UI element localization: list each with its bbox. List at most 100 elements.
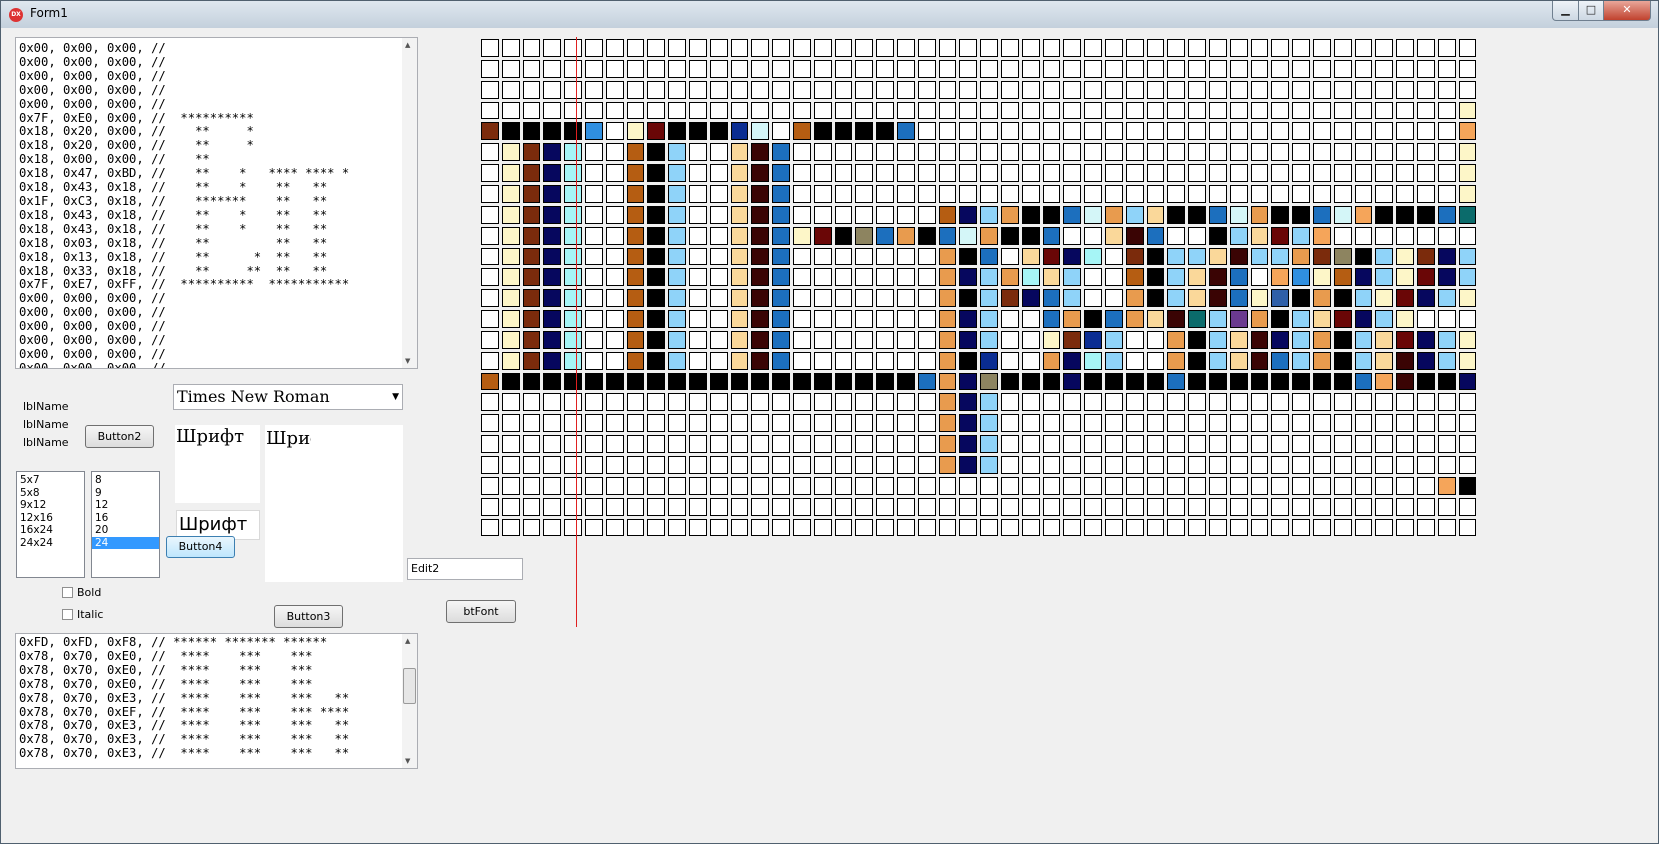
- vertical-scrollbar-bottom[interactable]: ▲ ▼: [402, 634, 417, 768]
- pixel-cell[interactable]: [1230, 310, 1248, 328]
- pixel-cell[interactable]: [918, 373, 936, 390]
- pixel-cell[interactable]: [855, 60, 873, 78]
- pixel-cell[interactable]: [1209, 393, 1227, 411]
- pixel-cell[interactable]: [668, 352, 686, 370]
- pixel-cell[interactable]: [793, 331, 811, 349]
- pixel-cell[interactable]: [918, 102, 936, 119]
- pixel-cell[interactable]: [939, 393, 956, 411]
- pixel-cell[interactable]: [668, 206, 686, 224]
- pixel-cell[interactable]: [772, 352, 790, 370]
- pixel-cell[interactable]: [793, 185, 811, 203]
- pixel-cell[interactable]: [523, 102, 540, 119]
- pixel-cell[interactable]: [1396, 81, 1414, 99]
- pixel-cell[interactable]: [1209, 435, 1227, 453]
- pixel-cell[interactable]: [1063, 60, 1081, 78]
- pixel-cell[interactable]: [1063, 268, 1081, 286]
- pixel-cell[interactable]: [481, 227, 499, 245]
- pixel-cell[interactable]: [1084, 206, 1102, 224]
- pixel-cell[interactable]: [1271, 435, 1289, 453]
- pixel-cell[interactable]: [543, 122, 561, 140]
- pixel-cell[interactable]: [1167, 435, 1185, 453]
- pixel-cell[interactable]: [1147, 519, 1164, 536]
- pixel-cell[interactable]: [668, 81, 686, 99]
- pixel-cell[interactable]: [1209, 268, 1227, 286]
- pixel-cell[interactable]: [1105, 60, 1123, 78]
- pixel-cell[interactable]: [1396, 102, 1414, 119]
- pixel-cell[interactable]: [1313, 206, 1331, 224]
- pixel-cell[interactable]: [710, 60, 728, 78]
- pixel-cell[interactable]: [1105, 331, 1123, 349]
- pixel-cell[interactable]: [1438, 81, 1456, 99]
- pixel-cell[interactable]: [1375, 164, 1393, 182]
- pixel-cell[interactable]: [980, 393, 998, 411]
- pixel-cell[interactable]: [772, 164, 790, 182]
- pixel-cell[interactable]: [814, 352, 832, 370]
- pixel-cell[interactable]: [814, 268, 832, 286]
- pixel-cell[interactable]: [1084, 39, 1102, 57]
- pixel-cell[interactable]: [1313, 498, 1331, 516]
- pixel-cell[interactable]: [1001, 498, 1019, 516]
- pixel-cell[interactable]: [772, 289, 790, 307]
- pixel-cell[interactable]: [918, 393, 936, 411]
- pixel-cell[interactable]: [772, 206, 790, 224]
- pixel-cell[interactable]: [1209, 289, 1227, 307]
- pixel-cell[interactable]: [1375, 248, 1393, 265]
- pixel-cell[interactable]: [1438, 164, 1456, 182]
- pixel-cell[interactable]: [481, 498, 499, 516]
- pixel-cell[interactable]: [1147, 498, 1164, 516]
- pixel-cell[interactable]: [1313, 435, 1331, 453]
- pixel-cell[interactable]: [585, 60, 603, 78]
- pixel-cell[interactable]: [1084, 185, 1102, 203]
- pixel-cell[interactable]: [585, 289, 603, 307]
- pixel-cell[interactable]: [1167, 456, 1185, 474]
- pixel-cell[interactable]: [1147, 122, 1164, 140]
- pixel-cell[interactable]: [606, 352, 624, 370]
- pixel-cell[interactable]: [502, 60, 520, 78]
- pixel-cell[interactable]: [502, 352, 520, 370]
- pixel-cell[interactable]: [1188, 352, 1206, 370]
- pixel-cell[interactable]: [502, 289, 520, 307]
- pixel-cell[interactable]: [523, 268, 540, 286]
- pixel-cell[interactable]: [1001, 289, 1019, 307]
- pixel-cell[interactable]: [959, 206, 977, 224]
- pixel-cell[interactable]: [689, 289, 707, 307]
- pixel-cell[interactable]: [585, 373, 603, 390]
- pixel-cell[interactable]: [564, 185, 582, 203]
- pixel-cell[interactable]: [564, 435, 582, 453]
- pixel-cell[interactable]: [1147, 393, 1164, 411]
- pixel-cell[interactable]: [502, 519, 520, 536]
- pixel-cell[interactable]: [1126, 81, 1144, 99]
- pixel-cell[interactable]: [1084, 122, 1102, 140]
- pixel-cell[interactable]: [814, 81, 832, 99]
- pixel-cell[interactable]: [1271, 310, 1289, 328]
- pixel-cell[interactable]: [731, 81, 748, 99]
- pixel-cell[interactable]: [1334, 81, 1352, 99]
- pixel-cell[interactable]: [980, 435, 998, 453]
- pixel-cell[interactable]: [1396, 373, 1414, 390]
- pixel-cell[interactable]: [1417, 102, 1435, 119]
- pixel-cell[interactable]: [897, 435, 915, 453]
- pixel-cell[interactable]: [1147, 164, 1164, 182]
- pixel-cell[interactable]: [1230, 519, 1248, 536]
- pixel-cell[interactable]: [835, 414, 852, 432]
- pixel-cell[interactable]: [1375, 477, 1393, 495]
- pixel-cell[interactable]: [814, 39, 832, 57]
- pixel-cell[interactable]: [1417, 227, 1435, 245]
- pixel-cell[interactable]: [1188, 102, 1206, 119]
- pixel-cell[interactable]: [793, 143, 811, 161]
- pixel-cell[interactable]: [1105, 289, 1123, 307]
- pixel-cell[interactable]: [751, 185, 769, 203]
- pixel-cell[interactable]: [1230, 393, 1248, 411]
- pixel-cell[interactable]: [1271, 143, 1289, 161]
- pixel-cell[interactable]: [1230, 498, 1248, 516]
- pixel-cell[interactable]: [939, 519, 956, 536]
- pixel-cell[interactable]: [731, 498, 748, 516]
- pixel-cell[interactable]: [523, 310, 540, 328]
- pixel-cell[interactable]: [835, 373, 852, 390]
- pixel-cell[interactable]: [1043, 289, 1060, 307]
- pixel-cell[interactable]: [585, 519, 603, 536]
- pixel-cell[interactable]: [1188, 456, 1206, 474]
- pixel-cell[interactable]: [1459, 102, 1476, 119]
- pixel-cell[interactable]: [1334, 289, 1352, 307]
- pixel-cell[interactable]: [1043, 185, 1060, 203]
